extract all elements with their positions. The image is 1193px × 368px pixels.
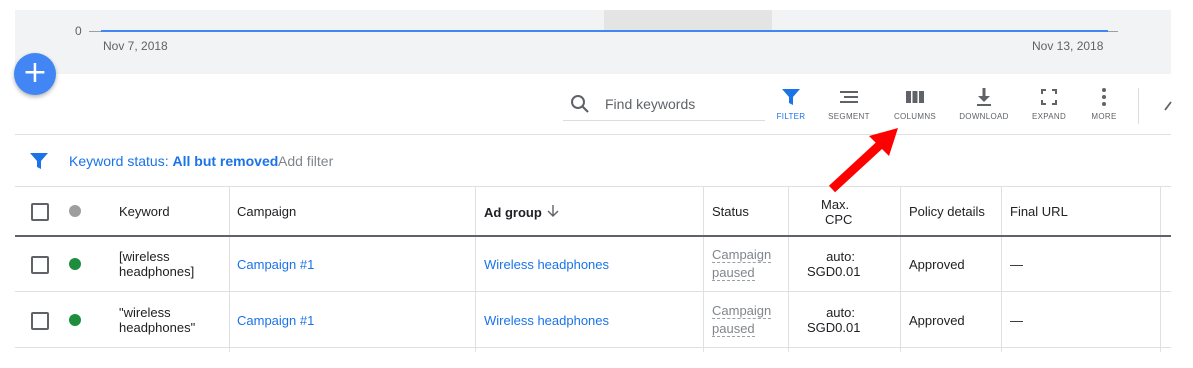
fullscreen-icon <box>1041 89 1057 105</box>
status-cell-line1[interactable]: Campaign <box>712 302 772 320</box>
plus-icon: + <box>22 55 48 90</box>
max-cpc-cell-line2[interactable]: SGD0.01 <box>807 320 860 335</box>
chevron-up-icon[interactable] <box>1163 98 1175 112</box>
keyword-cell-line1[interactable]: "wireless <box>119 305 171 320</box>
keyword-search[interactable] <box>563 88 765 121</box>
filter-icon <box>782 89 800 105</box>
column-header-campaign[interactable]: Campaign <box>237 204 296 219</box>
status-text: Campaign <box>712 247 772 263</box>
more-button[interactable]: MORE <box>1074 86 1134 126</box>
chart-y-tick-right <box>1108 31 1118 32</box>
status-cell-line2[interactable]: paused <box>712 264 755 282</box>
sort-arrow-down-icon[interactable] <box>546 203 560 219</box>
search-icon <box>571 95 589 113</box>
column-separator <box>1001 187 1002 352</box>
campaign-link[interactable]: Campaign #1 <box>237 257 314 272</box>
column-separator <box>1160 187 1161 352</box>
chart-y-tick <box>89 31 101 32</box>
chart-hover-band <box>604 10 772 30</box>
column-separator <box>788 187 789 352</box>
columns-label: COLUMNS <box>893 112 937 121</box>
status-text: paused <box>712 321 755 337</box>
ad-group-link[interactable]: Wireless headphones <box>484 257 609 272</box>
policy-cell: Approved <box>909 257 965 272</box>
filter-button[interactable]: FILTER <box>761 86 821 126</box>
add-filter-link[interactable]: Add filter <box>278 153 333 169</box>
column-separator <box>475 187 476 352</box>
performance-chart <box>15 10 1171 74</box>
row-checkbox[interactable] <box>31 256 49 274</box>
filter-bar-divider <box>15 186 1171 187</box>
chart-x-start-label: Nov 7, 2018 <box>103 39 168 53</box>
search-input[interactable] <box>605 94 760 114</box>
table-row-divider <box>15 347 1171 348</box>
status-dot-enabled <box>69 314 81 326</box>
expand-button[interactable]: EXPAND <box>1019 86 1079 126</box>
final-url-cell[interactable]: — <box>1010 313 1023 328</box>
ad-group-link[interactable]: Wireless headphones <box>484 313 609 328</box>
column-header-status[interactable]: Status <box>712 204 749 219</box>
filter-chip-label: Keyword status: <box>69 153 173 169</box>
select-all-checkbox[interactable] <box>31 203 49 221</box>
max-cpc-cell-line1[interactable]: auto: <box>807 249 855 264</box>
download-label: DOWNLOAD <box>959 112 1009 121</box>
chart-x-end-label: Nov 13, 2018 <box>1032 39 1104 53</box>
status-text: Campaign <box>712 303 772 319</box>
status-header-dot <box>69 205 81 217</box>
status-text: paused <box>712 265 755 281</box>
keyword-cell-line2[interactable]: headphones" <box>119 320 195 335</box>
keyword-status-filter-chip[interactable]: Keyword status: All but removed <box>69 153 278 169</box>
column-separator <box>229 187 230 352</box>
row-checkbox[interactable] <box>31 312 49 330</box>
keyword-cell-line2[interactable]: headphones] <box>119 264 194 279</box>
policy-cell: Approved <box>909 313 965 328</box>
max-cpc-cell-line1[interactable]: auto: <box>807 305 855 320</box>
expand-label: EXPAND <box>1031 112 1067 121</box>
toolbar-divider <box>1138 88 1139 124</box>
segment-icon <box>840 91 858 103</box>
column-header-policy-details[interactable]: Policy details <box>909 204 985 219</box>
filter-icon[interactable] <box>29 151 49 171</box>
download-button[interactable]: DOWNLOAD <box>954 86 1014 126</box>
segment-button[interactable]: SEGMENT <box>819 86 879 126</box>
column-separator <box>900 187 901 352</box>
column-separator <box>703 187 704 352</box>
more-label: MORE <box>1091 112 1117 121</box>
column-header-ad-group[interactable]: Ad group <box>484 205 542 220</box>
keyword-cell-line1[interactable]: [wireless <box>119 249 170 264</box>
columns-button[interactable]: COLUMNS <box>885 86 945 126</box>
final-url-cell[interactable]: — <box>1010 257 1023 272</box>
toolbar-divider-line <box>15 134 1171 135</box>
more-vertical-icon <box>1102 88 1106 106</box>
segment-label: SEGMENT <box>828 112 870 121</box>
download-icon <box>977 88 991 106</box>
status-cell-line1[interactable]: Campaign <box>712 246 772 264</box>
columns-icon <box>906 91 924 103</box>
table-row-divider <box>15 291 1171 292</box>
table-header-border <box>15 235 1171 237</box>
filter-chip-value: All but removed <box>172 153 279 169</box>
chart-series-line <box>101 30 1108 32</box>
status-cell-line2[interactable]: paused <box>712 320 755 338</box>
max-cpc-cell-line2[interactable]: SGD0.01 <box>807 264 860 279</box>
column-header-keyword[interactable]: Keyword <box>119 204 170 219</box>
campaign-link[interactable]: Campaign #1 <box>237 313 314 328</box>
column-header-max-cpc-line1[interactable]: Max. <box>821 197 849 212</box>
filter-label: FILTER <box>776 112 806 121</box>
column-header-max-cpc-line2[interactable]: CPC <box>825 212 852 227</box>
add-keyword-button[interactable]: + <box>14 53 56 95</box>
chart-y-axis-zero-label: 0 <box>75 24 82 38</box>
status-dot-enabled <box>69 258 81 270</box>
column-header-final-url[interactable]: Final URL <box>1010 204 1068 219</box>
